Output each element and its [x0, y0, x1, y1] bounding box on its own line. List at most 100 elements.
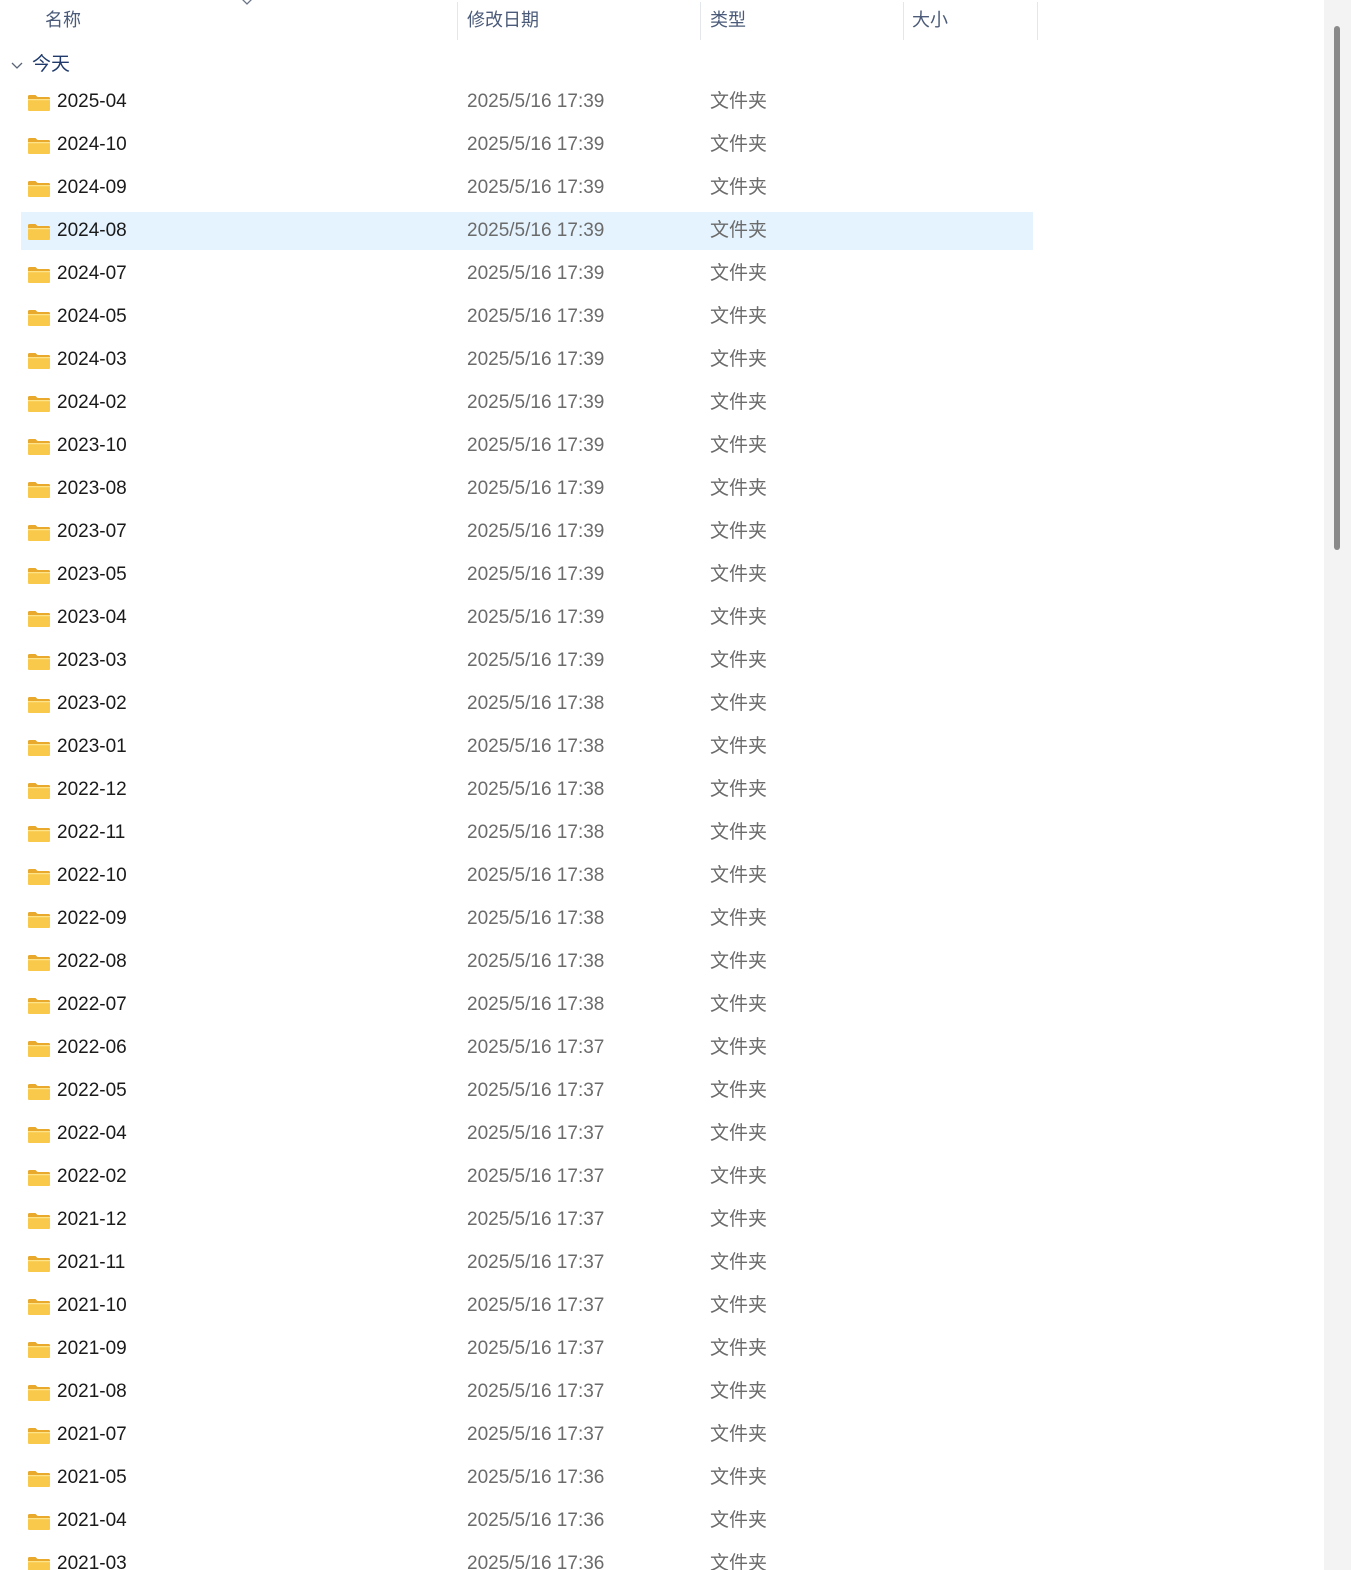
list-item[interactable]: 2021-09 2025/5/16 17:37 文件夹	[21, 1330, 1033, 1368]
list-item[interactable]: 2023-02 2025/5/16 17:38 文件夹	[21, 685, 1033, 723]
file-type: 文件夹	[710, 134, 768, 155]
list-item[interactable]: 2024-03 2025/5/16 17:39 文件夹	[21, 341, 1033, 379]
modified-date: 2025/5/16 17:37	[467, 1209, 605, 1230]
list-item[interactable]: 2024-10 2025/5/16 17:39 文件夹	[21, 126, 1033, 164]
column-separator[interactable]	[1037, 2, 1038, 40]
list-item[interactable]: 2021-10 2025/5/16 17:37 文件夹	[21, 1287, 1033, 1325]
folder-icon	[27, 609, 51, 628]
column-header-date[interactable]: 修改日期	[467, 0, 697, 40]
folder-icon	[27, 910, 51, 929]
vertical-scrollbar[interactable]	[1324, 0, 1351, 1570]
modified-date: 2025/5/16 17:37	[467, 1381, 605, 1402]
file-name: 2023-04	[57, 607, 127, 628]
folder-icon	[27, 1082, 51, 1101]
list-item[interactable]: 2024-09 2025/5/16 17:39 文件夹	[21, 169, 1033, 207]
modified-date: 2025/5/16 17:38	[467, 736, 605, 757]
modified-date: 2025/5/16 17:38	[467, 865, 605, 886]
folder-icon	[27, 1125, 51, 1144]
list-item[interactable]: 2021-04 2025/5/16 17:36 文件夹	[21, 1502, 1033, 1540]
list-item[interactable]: 2021-08 2025/5/16 17:37 文件夹	[21, 1373, 1033, 1411]
chevron-down-icon	[242, 0, 252, 5]
list-item[interactable]: 2024-07 2025/5/16 17:39 文件夹	[21, 255, 1033, 293]
folder-icon	[27, 1383, 51, 1402]
modified-date: 2025/5/16 17:38	[467, 908, 605, 929]
modified-date: 2025/5/16 17:38	[467, 951, 605, 972]
modified-date: 2025/5/16 17:37	[467, 1295, 605, 1316]
list-item[interactable]: 2022-05 2025/5/16 17:37 文件夹	[21, 1072, 1033, 1110]
list-item[interactable]: 2021-11 2025/5/16 17:37 文件夹	[21, 1244, 1033, 1282]
file-type: 文件夹	[710, 1209, 768, 1230]
scrollbar-thumb[interactable]	[1334, 26, 1340, 550]
list-item[interactable]: 2025-04 2025/5/16 17:39 文件夹	[21, 83, 1033, 121]
modified-date: 2025/5/16 17:39	[467, 306, 605, 327]
modified-date: 2025/5/16 17:39	[467, 91, 605, 112]
file-name: 2021-07	[57, 1424, 127, 1445]
modified-date: 2025/5/16 17:39	[467, 607, 605, 628]
list-item[interactable]: 2024-08 2025/5/16 17:39 文件夹	[21, 212, 1033, 250]
file-name: 2025-04	[57, 91, 127, 112]
file-name: 2024-09	[57, 177, 127, 198]
modified-date: 2025/5/16 17:38	[467, 994, 605, 1015]
list-item[interactable]: 2023-08 2025/5/16 17:39 文件夹	[21, 470, 1033, 508]
modified-date: 2025/5/16 17:36	[467, 1467, 605, 1488]
file-type: 文件夹	[710, 564, 768, 585]
file-type: 文件夹	[710, 693, 768, 714]
folder-icon	[27, 953, 51, 972]
file-type: 文件夹	[710, 1037, 768, 1058]
modified-date: 2025/5/16 17:38	[467, 779, 605, 800]
modified-date: 2025/5/16 17:37	[467, 1123, 605, 1144]
list-item[interactable]: 2021-05 2025/5/16 17:36 文件夹	[21, 1459, 1033, 1497]
column-separator[interactable]	[457, 2, 458, 40]
list-item[interactable]: 2022-09 2025/5/16 17:38 文件夹	[21, 900, 1033, 938]
column-separator[interactable]	[700, 2, 701, 40]
modified-date: 2025/5/16 17:38	[467, 822, 605, 843]
modified-date: 2025/5/16 17:39	[467, 349, 605, 370]
list-item[interactable]: 2022-08 2025/5/16 17:38 文件夹	[21, 943, 1033, 981]
column-separator[interactable]	[903, 2, 904, 40]
column-header-type[interactable]: 类型	[710, 0, 900, 40]
list-item[interactable]: 2022-12 2025/5/16 17:38 文件夹	[21, 771, 1033, 809]
list-item[interactable]: 2023-01 2025/5/16 17:38 文件夹	[21, 728, 1033, 766]
chevron-down-icon[interactable]	[10, 58, 24, 72]
file-type: 文件夹	[710, 306, 768, 327]
folder-icon	[27, 1426, 51, 1445]
folder-icon	[27, 480, 51, 499]
file-name: 2023-01	[57, 736, 127, 757]
group-label: 今天	[32, 54, 71, 75]
file-type: 文件夹	[710, 435, 768, 456]
modified-date: 2025/5/16 17:36	[467, 1553, 605, 1570]
modified-date: 2025/5/16 17:39	[467, 564, 605, 585]
list-item[interactable]: 2021-03 2025/5/16 17:36 文件夹	[21, 1545, 1033, 1570]
file-type: 文件夹	[710, 779, 768, 800]
list-item[interactable]: 2023-05 2025/5/16 17:39 文件夹	[21, 556, 1033, 594]
file-type: 文件夹	[710, 951, 768, 972]
group-header-today[interactable]: 今天	[0, 48, 400, 82]
folder-icon	[27, 695, 51, 714]
list-item[interactable]: 2023-04 2025/5/16 17:39 文件夹	[21, 599, 1033, 637]
list-item[interactable]: 2023-10 2025/5/16 17:39 文件夹	[21, 427, 1033, 465]
file-name: 2021-10	[57, 1295, 127, 1316]
list-item[interactable]: 2022-11 2025/5/16 17:38 文件夹	[21, 814, 1033, 852]
folder-icon	[27, 1512, 51, 1531]
list-item[interactable]: 2023-07 2025/5/16 17:39 文件夹	[21, 513, 1033, 551]
file-type: 文件夹	[710, 994, 768, 1015]
modified-date: 2025/5/16 17:37	[467, 1037, 605, 1058]
column-header-size[interactable]: 大小	[912, 0, 1032, 40]
list-item[interactable]: 2023-03 2025/5/16 17:39 文件夹	[21, 642, 1033, 680]
file-type: 文件夹	[710, 349, 768, 370]
file-type: 文件夹	[710, 1467, 768, 1488]
file-name: 2022-08	[57, 951, 127, 972]
list-item[interactable]: 2021-12 2025/5/16 17:37 文件夹	[21, 1201, 1033, 1239]
list-item[interactable]: 2022-02 2025/5/16 17:37 文件夹	[21, 1158, 1033, 1196]
list-item[interactable]: 2022-04 2025/5/16 17:37 文件夹	[21, 1115, 1033, 1153]
list-item[interactable]: 2022-10 2025/5/16 17:38 文件夹	[21, 857, 1033, 895]
file-name: 2023-02	[57, 693, 127, 714]
list-item[interactable]: 2024-02 2025/5/16 17:39 文件夹	[21, 384, 1033, 422]
modified-date: 2025/5/16 17:37	[467, 1166, 605, 1187]
file-type: 文件夹	[710, 1080, 768, 1101]
list-item[interactable]: 2022-06 2025/5/16 17:37 文件夹	[21, 1029, 1033, 1067]
list-item[interactable]: 2022-07 2025/5/16 17:38 文件夹	[21, 986, 1033, 1024]
list-item[interactable]: 2021-07 2025/5/16 17:37 文件夹	[21, 1416, 1033, 1454]
list-item[interactable]: 2024-05 2025/5/16 17:39 文件夹	[21, 298, 1033, 336]
file-type: 文件夹	[710, 1166, 768, 1187]
